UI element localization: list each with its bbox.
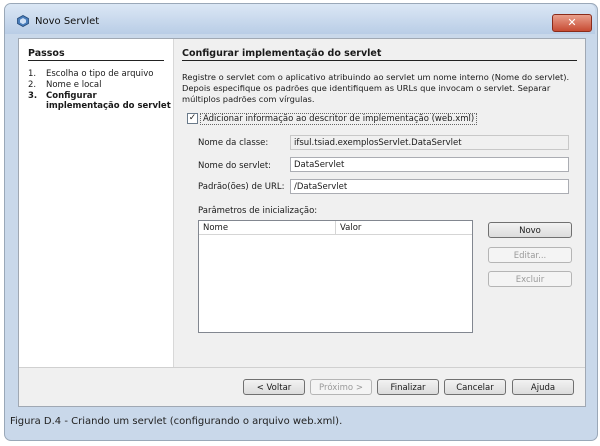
column-header-value[interactable]: Valor <box>336 221 472 235</box>
steps-heading: Passos <box>28 48 65 59</box>
help-button[interactable]: Ajuda <box>512 379 574 395</box>
step-2: 2. Nome e local <box>28 80 102 90</box>
delete-param-button[interactable]: Excluir <box>488 271 572 287</box>
window-title: Novo Servlet <box>35 16 100 27</box>
servlet-name-label: Nome do servlet: <box>198 161 272 171</box>
class-name-field[interactable]: ifsul.tsiad.exemplosServlet.DataServlet <box>290 135 569 150</box>
step-label: Configurar <box>46 91 97 101</box>
class-name-label: Nome da classe: <box>198 138 269 148</box>
step-number: 2. <box>28 80 37 90</box>
url-pattern-label: Padrão(ões) de URL: <box>198 182 285 192</box>
description-text: Registre o servlet com o aplicativo atri… <box>182 72 570 104</box>
checkmark-icon: ✓ <box>188 113 197 123</box>
url-pattern-field[interactable]: /DataServlet <box>290 179 569 194</box>
add-to-descriptor-checkbox[interactable]: ✓ <box>187 113 198 124</box>
step-number: 3. <box>28 91 38 101</box>
init-params-table[interactable]: Nome Valor <box>198 220 473 333</box>
init-params-label: Parâmetros de inicialização: <box>198 206 318 216</box>
netbeans-app-icon <box>17 15 29 27</box>
servlet-name-field[interactable]: DataServlet <box>290 157 569 172</box>
step-label: Escolha o tipo de arquivo <box>46 69 154 79</box>
finish-button[interactable]: Finalizar <box>377 379 439 395</box>
next-button[interactable]: Próximo > <box>310 379 372 395</box>
footer-divider <box>19 367 585 368</box>
close-button[interactable]: ✕ <box>552 14 592 32</box>
steps-panel: Passos 1. Escolha o tipo de arquivo 2. Nom… <box>19 39 174 367</box>
edit-param-button[interactable]: Editar... <box>488 247 572 263</box>
column-header-name[interactable]: Nome <box>199 221 336 235</box>
new-param-button[interactable]: Novo <box>488 222 572 238</box>
title-bar: Novo Servlet ✕ <box>5 4 595 34</box>
figure-caption: Figura D.4 - Criando um servlet (configu… <box>10 416 343 427</box>
close-icon: ✕ <box>567 16 577 29</box>
step-3-current: 3. Configurar implementação do servlet <box>28 91 171 111</box>
step-label: Nome e local <box>46 80 102 90</box>
cancel-button[interactable]: Cancelar <box>444 379 506 395</box>
main-divider <box>182 60 577 61</box>
back-button[interactable]: < Voltar <box>243 379 305 395</box>
step-label-line2: implementação do servlet <box>46 101 171 111</box>
main-heading: Configurar implementação do servlet <box>182 48 382 59</box>
add-to-descriptor-label[interactable]: Adicionar informação ao descritor de imp… <box>200 113 478 125</box>
dialog-body: Passos 1. Escolha o tipo de arquivo 2. Nom… <box>18 38 586 407</box>
step-1: 1. Escolha o tipo de arquivo <box>28 69 153 79</box>
steps-divider <box>28 60 164 61</box>
step-number: 1. <box>28 69 37 79</box>
